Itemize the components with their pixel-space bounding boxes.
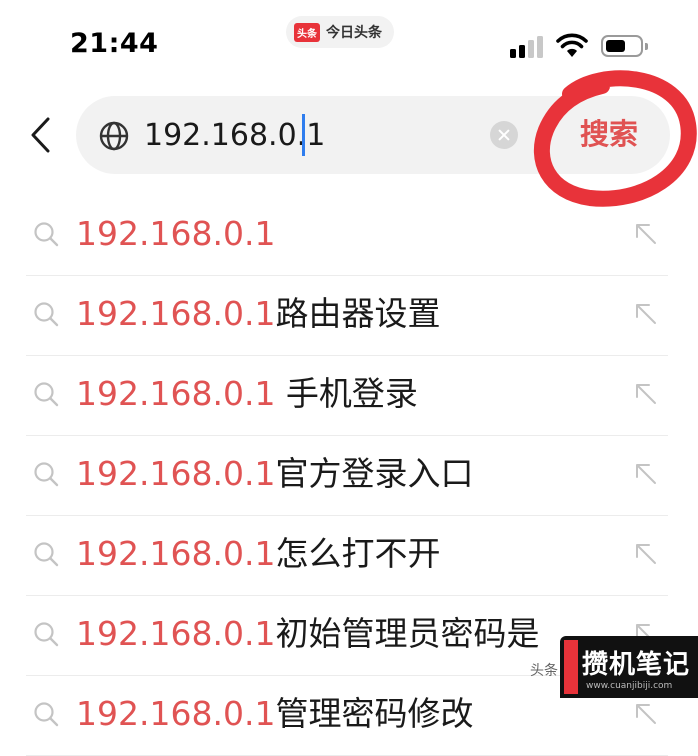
watermark-red-bar xyxy=(564,640,578,694)
watermark-logo: 攒机笔记 www.cuanjibiji.com xyxy=(560,636,698,698)
search-input[interactable] xyxy=(144,112,484,158)
app-name: 今日头条 xyxy=(326,25,382,41)
suggestion-rest: 怎么打不开 xyxy=(275,534,441,573)
suggestion-highlight: 192.168.0.1 xyxy=(76,374,276,413)
suggestion-text: 192.168.0.1怎么打不开 xyxy=(76,532,440,576)
suggestion-highlight: 192.168.0.1 xyxy=(76,294,276,333)
arrow-up-left-icon[interactable] xyxy=(632,380,660,408)
arrow-up-left-icon[interactable] xyxy=(632,700,660,728)
watermark-url: www.cuanjibiji.com xyxy=(586,681,673,691)
suggestion-highlight: 192.168.0.1 xyxy=(76,214,276,253)
arrow-up-left-icon[interactable] xyxy=(632,540,660,568)
search-icon xyxy=(34,302,59,327)
text-caret xyxy=(302,114,305,156)
suggestion-highlight: 192.168.0.1 xyxy=(76,614,276,653)
app-indicator-pill[interactable]: 头条 今日头条 xyxy=(286,16,394,48)
watermark-small-text: 头条 xyxy=(530,663,558,679)
suggestion-rest: 手机登录 xyxy=(275,374,418,413)
arrow-up-left-icon[interactable] xyxy=(632,220,660,248)
status-bar: 21:44 头条 今日头条 xyxy=(0,0,698,80)
chevron-left-icon xyxy=(31,117,50,153)
suggestion-item[interactable]: 192.168.0.1官方登录入口 xyxy=(26,436,668,516)
arrow-up-left-icon[interactable] xyxy=(632,300,660,328)
status-time: 21:44 xyxy=(70,28,159,59)
suggestion-rest: 路由器设置 xyxy=(275,294,441,333)
suggestion-highlight: 192.168.0.1 xyxy=(76,694,276,733)
suggestion-highlight: 192.168.0.1 xyxy=(76,534,276,573)
suggestion-rest: 管理密码修改 xyxy=(275,694,474,733)
suggestion-text: 192.168.0.1管理密码修改 xyxy=(76,692,473,736)
search-icon xyxy=(34,702,59,727)
back-button[interactable] xyxy=(22,112,58,158)
suggestion-text: 192.168.0.1官方登录入口 xyxy=(76,452,473,496)
battery-icon xyxy=(601,35,648,57)
cellular-signal-icon xyxy=(510,34,546,58)
clear-icon[interactable] xyxy=(490,121,518,149)
app-badge: 头条 xyxy=(294,22,320,42)
arrow-up-left-icon[interactable] xyxy=(632,460,660,488)
search-icon xyxy=(34,382,59,407)
search-icon xyxy=(34,462,59,487)
suggestion-rest: 初始管理员密码是 xyxy=(275,614,540,653)
search-icon xyxy=(34,542,59,567)
suggestion-text: 192.168.0.1路由器设置 xyxy=(76,292,440,336)
suggestion-text: 192.168.0.1 手机登录 xyxy=(76,372,418,416)
suggestion-item[interactable]: 192.168.0.1 xyxy=(26,196,668,276)
globe-icon xyxy=(99,121,129,151)
suggestion-item[interactable]: 192.168.0.1 手机登录 xyxy=(26,356,668,436)
suggestion-rest: 官方登录入口 xyxy=(275,454,474,493)
suggestion-text: 192.168.0.1 xyxy=(76,212,275,256)
wifi-icon xyxy=(556,33,588,57)
watermark-title: 攒机笔记 xyxy=(582,650,691,680)
search-button[interactable]: 搜索 xyxy=(572,112,646,156)
suggestion-item[interactable]: 192.168.0.1怎么打不开 xyxy=(26,516,668,596)
suggestion-item[interactable]: 192.168.0.1路由器设置 xyxy=(26,276,668,356)
suggestion-highlight: 192.168.0.1 xyxy=(76,454,276,493)
search-icon xyxy=(34,222,59,247)
suggestion-text: 192.168.0.1初始管理员密码是 xyxy=(76,612,539,656)
search-icon xyxy=(34,622,59,647)
